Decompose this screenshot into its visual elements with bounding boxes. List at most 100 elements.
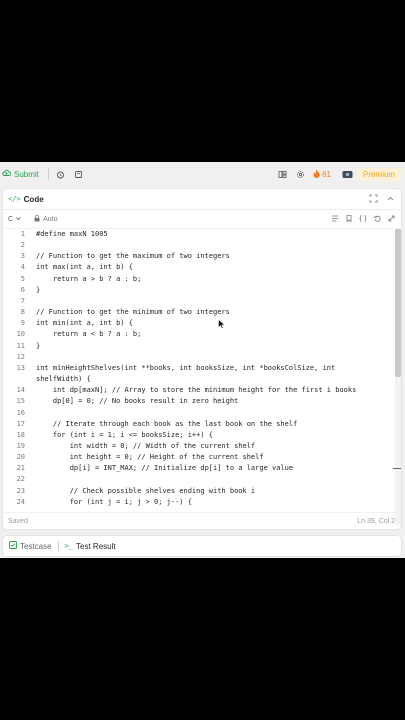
streak-counter[interactable]: 61 bbox=[313, 169, 331, 180]
line-number: 17 bbox=[16, 419, 25, 428]
lock-icon bbox=[34, 214, 40, 224]
code-tab-label: Code bbox=[23, 194, 44, 204]
submit-button[interactable]: Submit bbox=[0, 162, 45, 186]
editor-status-bar: Saved Ln 39, Col 2 bbox=[3, 512, 401, 529]
chevron-down-icon bbox=[15, 215, 22, 224]
checkbox-icon bbox=[9, 541, 17, 551]
streak-count: 61 bbox=[322, 169, 331, 179]
line-number: 13 bbox=[16, 363, 25, 372]
code-text: return a > b ? a : b; bbox=[36, 274, 142, 283]
line-number: 6 bbox=[20, 285, 25, 294]
code-line: 3 // Function to get the maximum of two i… bbox=[3, 251, 395, 262]
settings-gear-icon[interactable] bbox=[291, 162, 309, 186]
line-number: 2 bbox=[20, 241, 25, 250]
code-text: int min(int a, int b) { bbox=[36, 319, 133, 328]
line-number: 22 bbox=[16, 475, 25, 484]
reset-icon[interactable] bbox=[374, 215, 381, 224]
line-number: 10 bbox=[16, 330, 25, 339]
line-number: 21 bbox=[16, 464, 25, 473]
code-line: 17 // Iterate through each book as the l… bbox=[3, 419, 395, 430]
code-panel: </> Code C Auto 1 #define maxN 1005 2 3 … bbox=[2, 188, 402, 530]
auto-label: Auto bbox=[43, 215, 58, 223]
code-line: 23 // Check possible shelves ending with… bbox=[3, 486, 395, 497]
code-line: 4 int max(int a, int b) { bbox=[3, 262, 395, 273]
code-line: 21 dp[i] = INT_MAX; // Initialize dp[i] … bbox=[3, 463, 395, 474]
saved-status: Saved bbox=[8, 517, 28, 525]
tab-testcase[interactable]: Testcase bbox=[3, 541, 58, 551]
code-tab[interactable]: </> Code bbox=[3, 195, 44, 204]
line-number: 24 bbox=[16, 497, 25, 506]
code-line: shelfWidth) { bbox=[3, 374, 395, 385]
code-text: int max(int a, int b) { bbox=[36, 263, 133, 272]
code-text: // Check possible shelves ending with bo… bbox=[36, 486, 256, 495]
toolbar-right: 61 Premium bbox=[273, 162, 405, 186]
code-line: 7 bbox=[3, 296, 395, 307]
line-number: 15 bbox=[16, 397, 25, 406]
code-line: 14 int dp[maxN]; // Array to store the m… bbox=[3, 385, 395, 396]
leetcode-screen: Submit 61 Premium </> Code C Auto 1 #def… bbox=[0, 162, 405, 558]
line-number: 1 bbox=[20, 230, 25, 238]
terminal-icon: >_ bbox=[64, 542, 74, 550]
line-number: 12 bbox=[16, 352, 25, 361]
alarm-clock-icon[interactable] bbox=[52, 162, 70, 186]
code-text: for (int j = i; j > 0; j--) { bbox=[36, 497, 192, 506]
avatar[interactable] bbox=[339, 162, 357, 186]
toolbar-divider bbox=[47, 168, 49, 180]
code-line: 11} bbox=[3, 341, 395, 352]
line-number: 20 bbox=[16, 453, 25, 462]
cloud-upload-icon bbox=[2, 169, 12, 179]
code-line: 9 int min(int a, int b) { bbox=[3, 318, 395, 329]
language-value: C bbox=[8, 215, 14, 223]
code-line: 2 bbox=[3, 240, 395, 251]
notes-icon[interactable] bbox=[70, 162, 88, 186]
code-line: 8 // Function to get the minimum of two i… bbox=[3, 307, 395, 318]
editor-scrollbar[interactable] bbox=[393, 229, 401, 525]
code-line: 22 bbox=[3, 474, 395, 485]
top-toolbar: Submit 61 Premium bbox=[0, 162, 405, 186]
code-text: int dp[maxN]; // Array to store the mini… bbox=[36, 386, 357, 395]
code-line: 10 return a < b ? a : b; bbox=[3, 329, 395, 340]
editor-actions bbox=[331, 214, 401, 224]
language-select[interactable]: C bbox=[3, 215, 22, 224]
tab-test-result-label: Test Result bbox=[76, 541, 116, 551]
line-number: 19 bbox=[16, 441, 25, 450]
code-line: 12 bbox=[3, 352, 395, 363]
code-line: 13 int minHeightShelves(int **books, int … bbox=[3, 363, 395, 374]
code-line: 20 int height = 0; // Height of the curr… bbox=[3, 452, 395, 463]
editor-toolbar: C Auto bbox=[3, 210, 401, 229]
code-text: return a < b ? a : b; bbox=[36, 330, 142, 339]
line-number: 7 bbox=[20, 296, 25, 305]
code-text: // Function to get the maximum of two in… bbox=[36, 252, 230, 261]
line-number: 23 bbox=[16, 486, 25, 495]
chevron-up-icon[interactable] bbox=[386, 194, 395, 205]
layout-icon[interactable] bbox=[273, 162, 291, 186]
line-number: 16 bbox=[16, 408, 25, 417]
maximize-icon[interactable] bbox=[388, 215, 395, 224]
auto-mode-toggle[interactable]: Auto bbox=[34, 214, 58, 224]
bottom-tab-bar: Testcase >_ Test Result bbox=[2, 535, 402, 557]
line-number: 4 bbox=[20, 263, 25, 272]
line-number: 18 bbox=[16, 430, 25, 439]
premium-button[interactable]: Premium bbox=[356, 167, 401, 181]
line-number: 8 bbox=[20, 308, 25, 317]
tab-test-result[interactable]: >_ Test Result bbox=[59, 542, 122, 551]
fullscreen-icon[interactable] bbox=[369, 194, 378, 205]
code-editor[interactable]: 1 #define maxN 1005 2 3// Function to get t… bbox=[3, 229, 395, 525]
code-text: #define maxN 1005 bbox=[36, 230, 108, 238]
submit-label: Submit bbox=[14, 169, 39, 179]
code-text: int minHeightShelves(int **books, int bo… bbox=[36, 363, 336, 372]
code-line: 24 for (int j = i; j > 0; j--) { bbox=[3, 497, 395, 508]
line-number: 3 bbox=[20, 252, 25, 261]
format-lines-icon[interactable] bbox=[331, 215, 339, 224]
braces-icon[interactable] bbox=[359, 214, 367, 224]
bookmark-icon[interactable] bbox=[346, 214, 352, 224]
code-line: 19 int width = 0; // Width of the curren… bbox=[3, 441, 395, 452]
scrollbar-marker bbox=[393, 468, 401, 469]
line-number: 14 bbox=[16, 386, 25, 395]
code-text: shelfWidth) { bbox=[36, 375, 91, 384]
code-line: 1 #define maxN 1005 bbox=[3, 229, 395, 240]
line-number: 11 bbox=[16, 341, 25, 350]
scrollbar-thumb[interactable] bbox=[395, 229, 401, 377]
line-number: 5 bbox=[20, 274, 25, 283]
code-text: // Function to get the minimum of two in… bbox=[36, 308, 230, 317]
